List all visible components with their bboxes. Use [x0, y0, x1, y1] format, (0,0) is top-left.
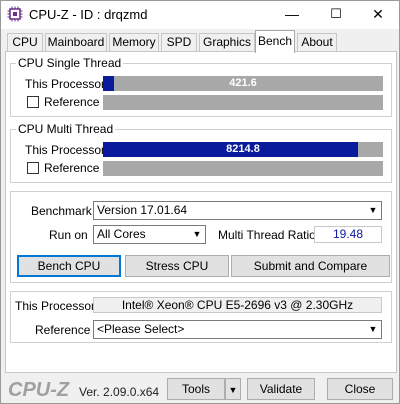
benchmark-version-value: Version 17.01.64: [97, 203, 188, 217]
title-bar[interactable]: CPU-Z - ID : drqzmd — ☐ ✕: [1, 1, 399, 29]
chevron-down-icon: ▼: [368, 324, 378, 334]
single-this-label: This Processor: [25, 77, 106, 91]
tab-memory[interactable]: Memory: [109, 33, 159, 52]
validate-button[interactable]: Validate: [247, 378, 315, 400]
chevron-down-icon: ▼: [368, 205, 378, 215]
minimize-button[interactable]: —: [273, 1, 311, 29]
cpuz-app-icon: [7, 6, 23, 22]
bench-panel: CPU Single Thread This Processor 421.6 R…: [5, 51, 397, 373]
close-icon: ✕: [372, 6, 384, 22]
reference-select-value: <Please Select>: [97, 322, 185, 336]
chevron-down-icon: ▼: [228, 385, 238, 395]
maximize-icon: ☐: [330, 6, 342, 21]
multi-thread-score: 8214.8: [226, 143, 260, 155]
minimize-icon: —: [285, 6, 299, 22]
multi-this-label: This Processor: [25, 143, 106, 157]
tab-graphics[interactable]: Graphics: [199, 33, 255, 52]
multi-reference-checkbox[interactable]: [27, 162, 39, 174]
close-button[interactable]: Close: [327, 378, 393, 400]
run-on-select[interactable]: All Cores ▼: [93, 225, 206, 244]
multi-thread-title: CPU Multi Thread: [16, 122, 116, 136]
processor-group: This Processor Intel® Xeon® CPU E5-2696 …: [10, 291, 392, 343]
reference-select[interactable]: <Please Select> ▼: [93, 320, 382, 339]
tools-button[interactable]: Tools: [167, 378, 225, 400]
reference-label: Reference: [35, 323, 91, 337]
window-title: CPU-Z - ID : drqzmd: [29, 7, 148, 22]
multi-thread-bar: 8214.8: [103, 142, 383, 157]
version-label: Ver. 2.09.0.x64: [79, 385, 160, 399]
single-reference-label: Reference: [44, 95, 100, 109]
tab-about[interactable]: About: [297, 33, 337, 52]
tools-dropdown-button[interactable]: ▼: [225, 378, 241, 400]
multi-thread-ratio-value: 19.48: [314, 226, 382, 243]
chevron-down-icon: ▼: [192, 229, 202, 239]
single-reference-checkbox[interactable]: [27, 96, 39, 108]
multi-thread-ratio-label: Multi Thread Ratio: [218, 228, 316, 242]
run-on-label: Run on: [49, 228, 88, 242]
single-thread-score: 421.6: [229, 77, 257, 89]
bench-cpu-button[interactable]: Bench CPU: [17, 255, 121, 277]
processor-name: Intel® Xeon® CPU E5-2696 v3 @ 2.30GHz: [93, 297, 382, 313]
single-thread-group: CPU Single Thread This Processor 421.6 R…: [10, 56, 392, 117]
bench-settings-group: Benchmark Version 17.01.64 ▼ Run on All …: [10, 191, 392, 283]
multi-reference-bar: [103, 161, 383, 176]
single-thread-title: CPU Single Thread: [16, 56, 124, 70]
submit-and-compare-button[interactable]: Submit and Compare: [231, 255, 390, 277]
single-thread-bar: 421.6: [103, 76, 383, 91]
tab-bar: CPU Mainboard Memory SPD Graphics Bench …: [5, 30, 397, 53]
benchmark-version-select[interactable]: Version 17.01.64 ▼: [93, 201, 382, 220]
benchmark-label: Benchmark: [31, 204, 92, 218]
run-on-value: All Cores: [97, 227, 146, 241]
multi-thread-group: CPU Multi Thread This Processor 8214.8 R…: [10, 122, 392, 183]
cpuz-window: CPU-Z - ID : drqzmd — ☐ ✕ CPU Mainboard …: [0, 0, 400, 404]
cpuz-logo: CPU-Z: [8, 379, 70, 401]
multi-reference-label: Reference: [44, 161, 100, 175]
single-reference-bar: [103, 95, 383, 110]
tab-mainboard[interactable]: Mainboard: [45, 33, 107, 52]
tab-spd[interactable]: SPD: [161, 33, 197, 52]
tab-cpu[interactable]: CPU: [7, 33, 43, 52]
close-window-button[interactable]: ✕: [359, 1, 397, 29]
tab-bench[interactable]: Bench: [255, 30, 295, 53]
maximize-button[interactable]: ☐: [317, 1, 355, 29]
processor-label: This Processor: [15, 299, 96, 313]
stress-cpu-button[interactable]: Stress CPU: [125, 255, 229, 277]
